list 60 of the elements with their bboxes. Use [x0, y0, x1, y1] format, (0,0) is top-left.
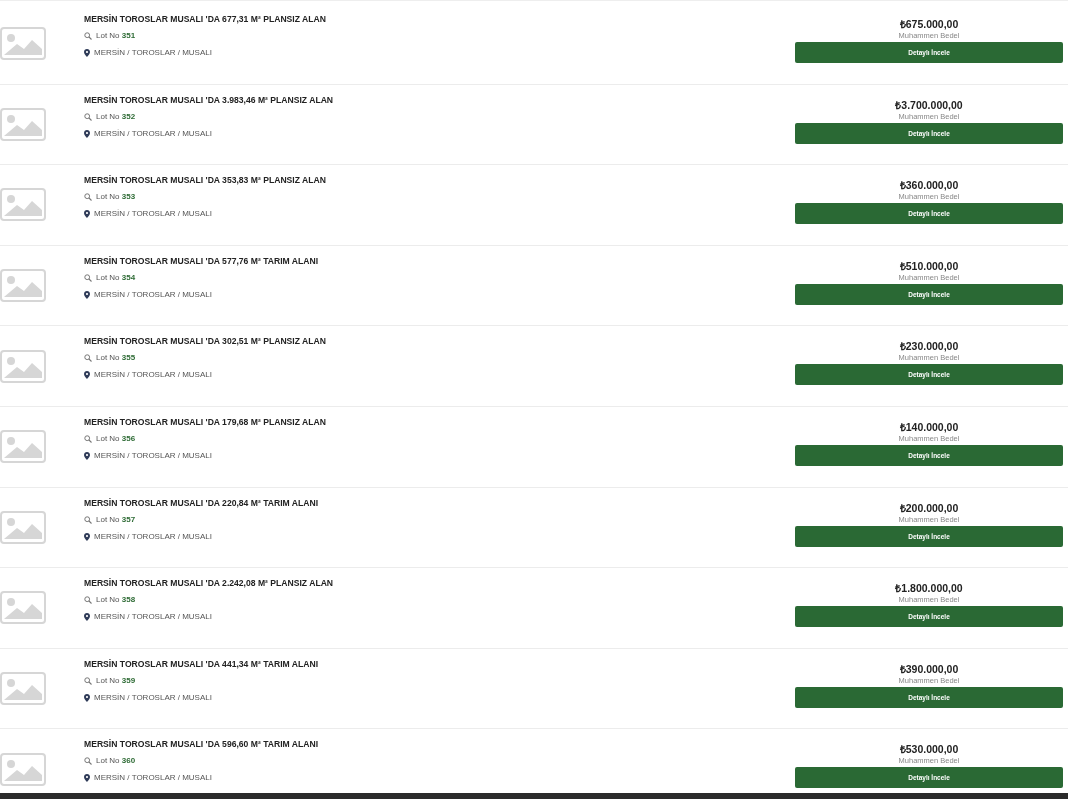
location-pin-icon — [84, 774, 90, 783]
listing-location: MERSİN / TOROSLAR / MUSALI — [94, 208, 212, 221]
location-pin-icon — [84, 451, 90, 460]
lot-number: Lot No 355 — [96, 352, 136, 365]
listing-title: MERSİN TOROSLAR MUSALI 'DA 179,68 M² PLANSIZ ALAN — [84, 416, 327, 428]
search-icon — [84, 354, 92, 363]
listing-location: MERSİN / TOROSLAR / MUSALI — [94, 288, 212, 301]
search-icon — [84, 434, 92, 443]
location-pin-icon — [84, 210, 90, 219]
listing-location: MERSİN / TOROSLAR / MUSALI — [94, 47, 212, 59]
listing-title: MERSİN TOROSLAR MUSALI 'DA 302,51 M² PLANSIZ ALAN — [84, 336, 327, 348]
listing-price: ₺3.700.000,00 — [895, 98, 963, 112]
listing-location: MERSİN / TOROSLAR / MUSALI — [94, 369, 212, 382]
listing-title: MERSİN TOROSLAR MUSALI 'DA 353,83 M² PLANSIZ ALAN — [84, 175, 327, 187]
listing-price: ₺360.000,00 — [899, 179, 959, 193]
listing-location: MERSİN / TOROSLAR / MUSALI — [94, 530, 212, 543]
search-icon — [84, 676, 92, 685]
listing-price: ₺530.000,00 — [899, 743, 959, 757]
search-icon — [84, 193, 92, 202]
lot-number: Lot No 356 — [96, 432, 136, 445]
listing-price: ₺140.000,00 — [899, 420, 959, 434]
location-pin-icon — [84, 371, 90, 380]
location-pin-icon — [84, 290, 90, 299]
listing-price: ₺510.000,00 — [899, 259, 959, 273]
listing-price: ₺1.800.000,00 — [895, 582, 963, 596]
lot-number: Lot No 354 — [96, 271, 136, 284]
lot-number: Lot No 360 — [96, 755, 136, 768]
search-icon — [84, 596, 92, 605]
lot-number: Lot No 352 — [96, 110, 136, 123]
location-pin-icon — [84, 532, 90, 541]
listing-price: ₺200.000,00 — [899, 501, 959, 515]
listing-location: MERSİN / TOROSLAR / MUSALI — [94, 127, 212, 140]
listing-title: MERSİN TOROSLAR MUSALI 'DA 220,84 M² TARIM ALANI — [84, 497, 320, 509]
listing-price: ₺230.000,00 — [899, 340, 959, 354]
listing-price: ₺675.000,00 — [899, 18, 959, 31]
listing-location: MERSİN / TOROSLAR / MUSALI — [94, 611, 212, 624]
lot-number: Lot No 358 — [96, 594, 136, 607]
search-icon — [84, 515, 92, 524]
listing-title: MERSİN TOROSLAR MUSALI 'DA 2.242,08 M² PLANSIZ ALAN — [84, 578, 335, 590]
lot-number: Lot No 351 — [96, 30, 136, 42]
search-icon — [84, 757, 92, 766]
lot-number: Lot No 359 — [96, 674, 136, 687]
lot-number: Lot No 357 — [96, 513, 136, 526]
search-icon — [84, 273, 92, 282]
location-pin-icon — [84, 129, 90, 138]
search-icon — [84, 112, 92, 121]
listing-location: MERSİN / TOROSLAR / MUSALI — [94, 772, 212, 785]
listing-title: MERSİN TOROSLAR MUSALI 'DA 577,76 M² TARIM ALANI — [84, 255, 320, 267]
search-icon — [84, 32, 92, 40]
listing-title: MERSİN TOROSLAR MUSALI 'DA 677,31 M² PLANSIZ ALAN — [84, 14, 327, 25]
listing-title: MERSİN TOROSLAR MUSALI 'DA 3.983,46 M² PLANSIZ ALAN — [84, 94, 335, 106]
lot-number: Lot No 353 — [96, 191, 136, 204]
listing-location: MERSİN / TOROSLAR / MUSALI — [94, 691, 212, 704]
listing-location: MERSİN / TOROSLAR / MUSALI — [94, 449, 212, 462]
location-pin-icon — [84, 693, 90, 702]
location-pin-icon — [84, 613, 90, 622]
listing-title: MERSİN TOROSLAR MUSALI 'DA 596,60 M² TARIM ALANI — [84, 739, 320, 751]
listing-title: MERSİN TOROSLAR MUSALI 'DA 441,34 M² TARIM ALANI — [84, 658, 320, 670]
listing-price: ₺390.000,00 — [899, 662, 959, 676]
location-pin-icon — [84, 49, 90, 57]
